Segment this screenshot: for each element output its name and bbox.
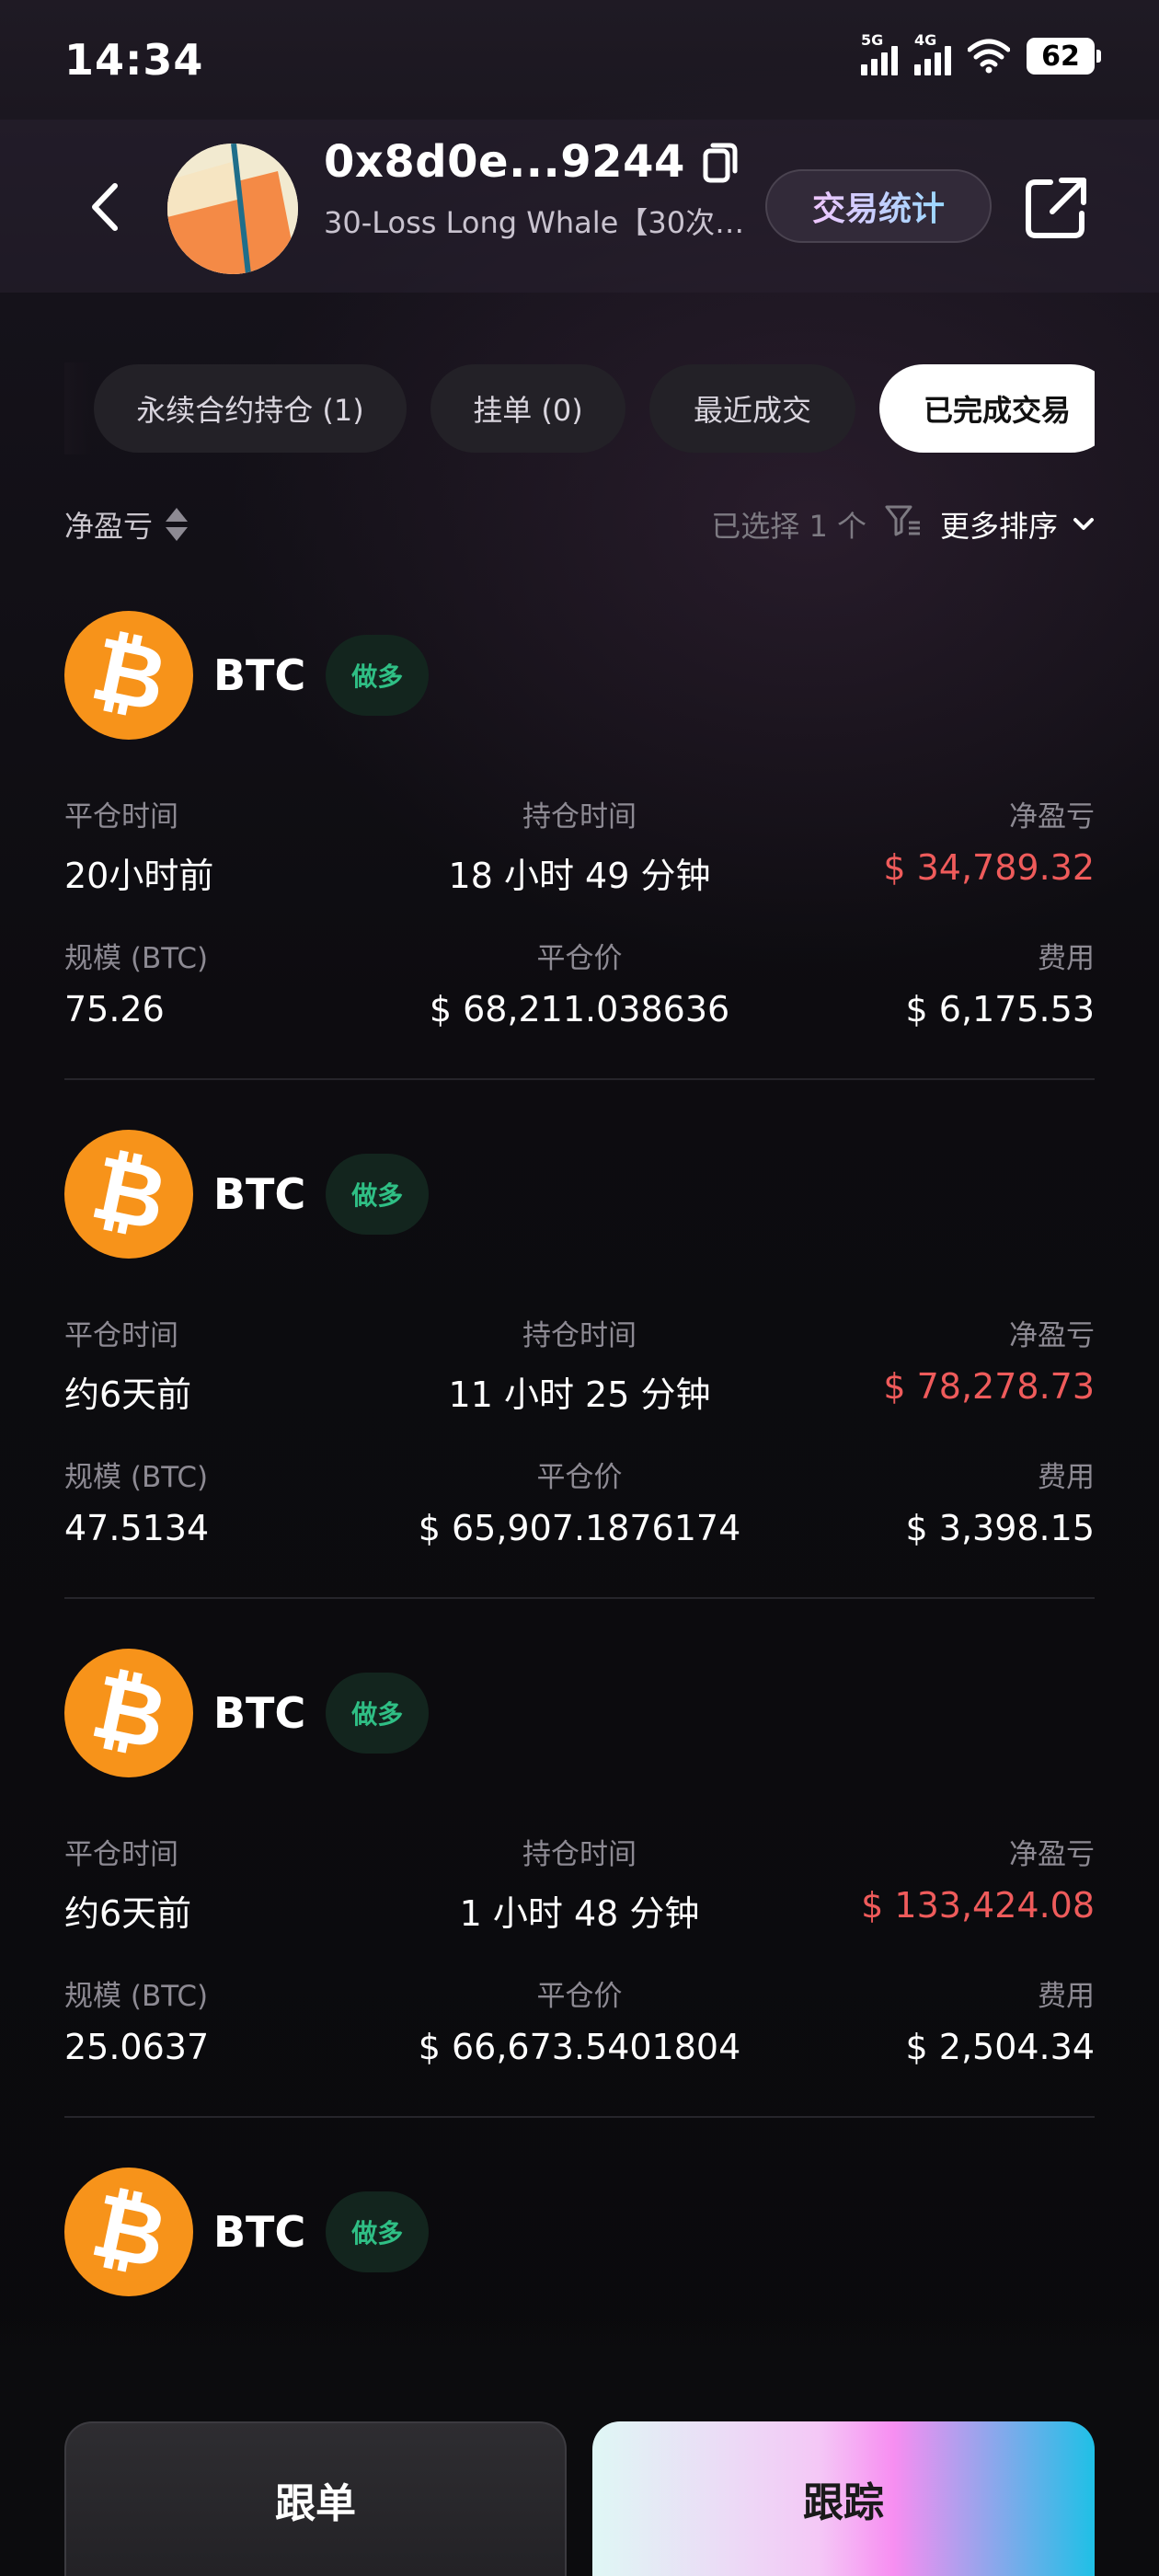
sort-by-pnl[interactable]: 净盈亏 xyxy=(64,497,189,552)
sort-row: 净盈亏 已选择 1 个 更多排序 xyxy=(64,497,1095,552)
status-bar: 14:34 5G 4G 62 xyxy=(0,0,1159,120)
hold-time: 持仓时间 1 小时 48 分钟 xyxy=(459,1838,700,1934)
net-pnl: 净盈亏 $ 34,789.32 xyxy=(883,800,1095,888)
more-sort-label: 更多排序 xyxy=(939,509,1058,544)
profile-header: 0x8d0e...9244 30-Loss Long Whale【30次… 交易… xyxy=(0,120,1159,293)
signal-4g-icon: 4G xyxy=(914,31,951,75)
wifi-icon xyxy=(968,39,1010,74)
more-sort-dropdown[interactable]: 更多排序 xyxy=(940,503,1095,546)
net-pnl: 净盈亏 $ 133,424.08 xyxy=(861,1838,1095,1926)
trade-fee: 费用 $ 6,175.53 xyxy=(905,942,1095,1029)
bitcoin-icon: ₿ xyxy=(64,1649,193,1777)
tab-recent-fills[interactable]: 最近成交 xyxy=(649,364,855,453)
trade-stats-button[interactable]: 交易统计 xyxy=(765,169,992,243)
close-time: 平仓时间 约6天前 xyxy=(64,1838,192,1934)
bitcoin-icon: ₿ xyxy=(64,2168,193,2296)
hold-time: 持仓时间 11 小时 25 分钟 xyxy=(448,1319,711,1415)
svg-text:₿: ₿ xyxy=(90,1150,167,1238)
close-time: 平仓时间 约6天前 xyxy=(64,1319,192,1415)
divider xyxy=(64,1597,1095,1599)
trade-fee: 费用 $ 2,504.34 xyxy=(905,1980,1095,2067)
svg-text:₿: ₿ xyxy=(90,1669,167,1757)
trade-card[interactable]: ₿ BTC 做多 平仓时间 20小时前 持仓时间 18 小时 49 分钟 净盈亏 $ … xyxy=(64,611,1095,1130)
trade-header: ₿ BTC 做多 xyxy=(64,1130,430,1259)
trade-size: 规模 (BTC) 75.26 xyxy=(64,942,209,1029)
position-tabs: 永续合约持仓 (1) 挂单 (0) 最近成交 已完成交易 xyxy=(64,362,1095,454)
close-price: 平仓价 $ 68,211.038636 xyxy=(429,942,730,1029)
svg-text:₿: ₿ xyxy=(90,2188,167,2276)
wallet-address: 0x8d0e...9244 xyxy=(324,136,685,188)
copy-trade-button[interactable]: 跟单 xyxy=(64,2421,567,2576)
trade-header: ₿ BTC 做多 xyxy=(64,611,430,740)
trade-header: ₿ BTC 做多 xyxy=(64,2168,430,2296)
avatar xyxy=(167,144,298,274)
bitcoin-icon: ₿ xyxy=(64,1130,193,1259)
trade-size: 规模 (BTC) 47.5134 xyxy=(64,1461,210,1548)
signal-5g-icon: 5G xyxy=(861,31,898,75)
close-price: 平仓价 $ 65,907.1876174 xyxy=(418,1461,741,1548)
coin-name: BTC xyxy=(213,2207,306,2257)
hold-time: 持仓时间 18 小时 49 分钟 xyxy=(448,800,711,896)
completed-trades-list: ₿ BTC 做多 平仓时间 20小时前 持仓时间 18 小时 49 分钟 净盈亏 $ … xyxy=(64,611,1095,2576)
tab-open-orders[interactable]: 挂单 (0) xyxy=(430,364,625,453)
coin-name: BTC xyxy=(213,1169,306,1219)
side-badge-long: 做多 xyxy=(326,1154,430,1235)
close-time: 平仓时间 20小时前 xyxy=(64,800,214,896)
trade-fee: 费用 $ 3,398.15 xyxy=(905,1461,1095,1548)
filter-selected-count[interactable]: 已选择 1 个 xyxy=(711,503,866,546)
svg-text:₿: ₿ xyxy=(90,631,167,719)
back-button[interactable] xyxy=(77,175,132,239)
back-arrow-icon xyxy=(92,183,118,231)
side-badge-long: 做多 xyxy=(326,2191,430,2272)
tab-completed-trades[interactable]: 已完成交易 xyxy=(879,364,1095,453)
battery-indicator: 62 xyxy=(1027,38,1101,75)
status-time: 14:34 xyxy=(64,35,204,85)
divider xyxy=(64,2116,1095,2118)
bitcoin-icon: ₿ xyxy=(64,611,193,740)
filter-icon[interactable] xyxy=(885,504,922,545)
chevron-down-icon xyxy=(1073,518,1094,530)
trade-size: 规模 (BTC) 25.0637 xyxy=(64,1980,210,2067)
side-badge-long: 做多 xyxy=(326,1673,430,1754)
net-pnl: 净盈亏 $ 78,278.73 xyxy=(883,1319,1095,1407)
close-price: 平仓价 $ 66,673.5401804 xyxy=(418,1980,741,2067)
track-button[interactable]: 跟踪 xyxy=(592,2421,1095,2576)
sort-controls: 已选择 1 个 更多排序 xyxy=(711,497,1095,552)
side-badge-long: 做多 xyxy=(326,635,430,716)
wallet-label: 30-Loss Long Whale【30次… xyxy=(324,205,745,240)
status-icons: 5G 4G 62 xyxy=(861,31,1101,75)
coin-name: BTC xyxy=(213,650,306,700)
share-external-icon xyxy=(1026,178,1086,238)
tab-perp-positions[interactable]: 永续合约持仓 (1) xyxy=(94,364,407,453)
trade-card[interactable]: ₿ BTC 做多 平仓时间 约6天前 持仓时间 1 小时 48 分钟 净盈亏 $ 13… xyxy=(64,1649,1095,2168)
sort-label: 净盈亏 xyxy=(64,509,154,544)
copy-icon[interactable] xyxy=(702,139,742,185)
trade-card[interactable]: ₿ BTC 做多 平仓时间 约6天前 持仓时间 11 小时 25 分钟 净盈亏 $ 7… xyxy=(64,1130,1095,1649)
coin-name: BTC xyxy=(213,1688,306,1738)
bottom-action-bar: 跟单 跟踪 xyxy=(0,2318,1159,2576)
tabs-scroll-fade xyxy=(64,362,92,454)
share-button[interactable] xyxy=(1023,175,1089,241)
app-root: 14:34 5G 4G 62 0x8d0e...9244 30-Loss Lon… xyxy=(0,0,1159,2576)
divider xyxy=(64,1078,1095,1080)
sort-arrows-icon xyxy=(164,506,189,543)
trade-stats-label: 交易统计 xyxy=(812,182,945,230)
trade-header: ₿ BTC 做多 xyxy=(64,1649,430,1777)
